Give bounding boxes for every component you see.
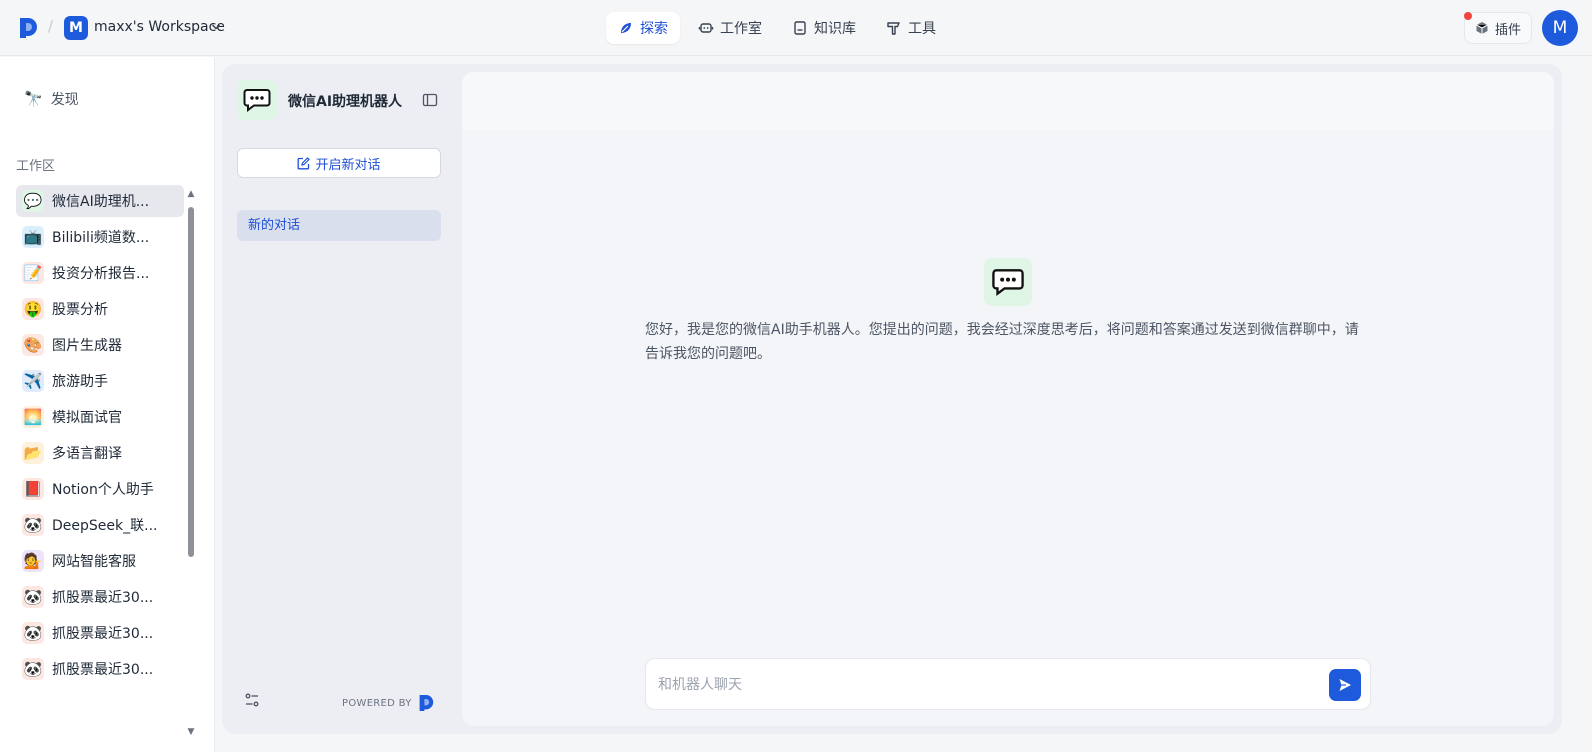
settings-sliders-icon[interactable]	[244, 692, 260, 708]
send-button[interactable]	[1329, 669, 1361, 701]
bot-item-label: 图片生成器	[52, 338, 122, 354]
chat-bubble-icon	[243, 89, 271, 112]
main-nav: 探索 工作室 知识库 工具	[606, 12, 948, 44]
bot-emoji-icon: 🐼	[22, 514, 44, 536]
bot-emoji-icon: 🐼	[22, 658, 44, 680]
nav-knowledge-label: 知识库	[814, 21, 856, 37]
chat-area: 您好，我是您的微信AI助手机器人。您提出的问题，我会经过深度思考后，将问题和答案…	[462, 72, 1554, 726]
bot-emoji-icon: 📕	[22, 478, 44, 500]
bot-emoji-icon: 🤑	[22, 298, 44, 320]
bot-emoji-icon: 🌅	[22, 406, 44, 428]
workspace-name[interactable]: maxx's Workspace	[94, 19, 225, 35]
sidebar-collapse-icon[interactable]	[422, 92, 438, 108]
bot-emoji-icon: 💁	[22, 550, 44, 572]
bot-list: 💬 微信AI助理机... 📺 Bilibili频道数... 📝 投资分析报告... 🤑 股票分…	[16, 185, 184, 689]
bot-item-label: 股票分析	[52, 302, 108, 318]
sidebar-bot-item[interactable]: 📕 Notion个人助手	[16, 473, 184, 505]
sidebar-scrollbar[interactable]: ▲ ▼	[186, 189, 196, 737]
bot-item-label: 投资分析报告...	[52, 266, 150, 282]
bot-item-label: DeepSeek_联...	[52, 518, 158, 534]
bot-emoji-icon: 🎨	[22, 334, 44, 356]
sidebar-bot-item[interactable]: 🐼 DeepSeek_联...	[16, 509, 184, 541]
bot-item-label: 模拟面试官	[52, 410, 122, 426]
bot-emoji-icon: 🐼	[22, 586, 44, 608]
explore-leaf-icon	[621, 23, 631, 33]
discover-label: 发现	[50, 92, 79, 108]
bot-item-label: 抓股票最近30...	[52, 662, 154, 678]
sidebar-bot-item[interactable]: 📺 Bilibili频道数...	[16, 221, 184, 253]
sidebar-bot-item[interactable]: 📝 投资分析报告...	[16, 257, 184, 289]
bot-name: 微信AI助理机器人	[288, 94, 403, 110]
plugin-button[interactable]: 插件	[1464, 12, 1532, 44]
cube-icon	[1476, 22, 1488, 34]
nav-knowledge[interactable]: 知识库	[780, 12, 868, 44]
bot-emoji-icon: 📺	[22, 226, 44, 248]
scroll-down-arrow-icon[interactable]: ▼	[186, 727, 196, 737]
brand-logo-icon	[419, 695, 433, 711]
nav-explore-label: 探索	[640, 21, 668, 37]
robot-icon	[698, 23, 714, 33]
user-avatar[interactable]: M	[1542, 10, 1578, 46]
welcome-message: 您好，我是您的微信AI助手机器人。您提出的问题，我会经过深度思考后，将问题和答案…	[645, 322, 1359, 362]
bot-item-label: 抓股票最近30...	[52, 590, 154, 606]
plugin-label: 插件	[1494, 22, 1521, 38]
bot-avatar	[237, 80, 277, 120]
powered-by-label: POWERED BY	[342, 697, 412, 709]
sidebar: 🔭 发现 工作区 💬 微信AI助理机... 📺 Bilibili频道数... 📝 投资分析…	[0, 57, 215, 752]
edit-icon	[298, 156, 311, 169]
sidebar-bot-item[interactable]: 🌅 模拟面试官	[16, 401, 184, 433]
notification-dot	[1464, 12, 1472, 20]
sidebar-bot-item[interactable]: 🐼 抓股票最近30...	[16, 617, 184, 649]
sidebar-bot-item[interactable]: 🐼 抓股票最近30...	[16, 653, 184, 685]
scroll-up-arrow-icon[interactable]: ▲	[186, 189, 196, 199]
sidebar-bot-item[interactable]: 🐼 抓股票最近30...	[16, 581, 184, 613]
sidebar-bot-item[interactable]: 💁 网站智能客服	[16, 545, 184, 577]
new-chat-button[interactable]: 开启新对话	[237, 148, 441, 178]
bot-item-label: 旅游助手	[52, 374, 108, 390]
nav-tools-label: 工具	[908, 21, 936, 37]
main-panel: 微信AI助理机器人 开启新对话 新的对话 POWERED BY 您好，我是您的微…	[222, 64, 1562, 734]
bot-emoji-icon: 🐼	[22, 622, 44, 644]
workspace-section-title: 工作区	[16, 159, 56, 174]
bot-item-label: Bilibili频道数...	[52, 230, 150, 246]
sidebar-bot-item[interactable]: ✈️ 旅游助手	[16, 365, 184, 397]
app-logo-icon[interactable]	[18, 17, 38, 39]
bot-emoji-icon: ✈️	[22, 370, 44, 392]
sidebar-item-discover[interactable]: 🔭 发现	[24, 89, 79, 109]
bot-emoji-icon: 📂	[22, 442, 44, 464]
sidebar-bot-item[interactable]: 📂 多语言翻译	[16, 437, 184, 469]
bot-emoji-icon: 📝	[22, 262, 44, 284]
telescope-icon: 🔭	[24, 90, 43, 108]
nav-studio[interactable]: 工作室	[686, 12, 774, 44]
welcome-bot-avatar	[984, 258, 1032, 306]
chat-input[interactable]	[658, 673, 1298, 697]
conversation-item[interactable]: 新的对话	[237, 210, 441, 241]
chevron-down-icon[interactable]	[211, 22, 221, 32]
sidebar-bot-item[interactable]: 🤑 股票分析	[16, 293, 184, 325]
send-icon	[1339, 679, 1351, 691]
nav-tools[interactable]: 工具	[874, 12, 948, 44]
bot-item-label: 微信AI助理机...	[52, 194, 150, 210]
scroll-thumb[interactable]	[188, 207, 194, 557]
bot-item-label: 网站智能客服	[52, 554, 136, 570]
breadcrumb-separator: /	[48, 17, 54, 35]
book-icon	[794, 21, 806, 35]
sidebar-bot-item[interactable]: 🎨 图片生成器	[16, 329, 184, 361]
bot-item-label: 抓股票最近30...	[52, 626, 154, 642]
chat-input-box	[645, 658, 1371, 710]
new-chat-label: 开启新对话	[315, 157, 381, 173]
chat-header-band	[462, 72, 1554, 130]
nav-studio-label: 工作室	[720, 21, 762, 37]
nav-explore[interactable]: 探索	[606, 12, 680, 44]
chat-bubble-icon	[992, 269, 1024, 296]
bot-item-label: 多语言翻译	[52, 446, 122, 462]
top-bar: / M maxx's Workspace 探索 工作室 知识库 工具 插件 M	[0, 0, 1592, 56]
bot-item-label: Notion个人助手	[52, 482, 154, 498]
sidebar-bot-item[interactable]: 💬 微信AI助理机...	[16, 185, 184, 217]
workspace-avatar[interactable]: M	[64, 16, 88, 40]
hammer-icon	[887, 22, 900, 35]
powered-by: POWERED BY	[342, 694, 434, 712]
bot-emoji-icon: 💬	[22, 190, 44, 212]
